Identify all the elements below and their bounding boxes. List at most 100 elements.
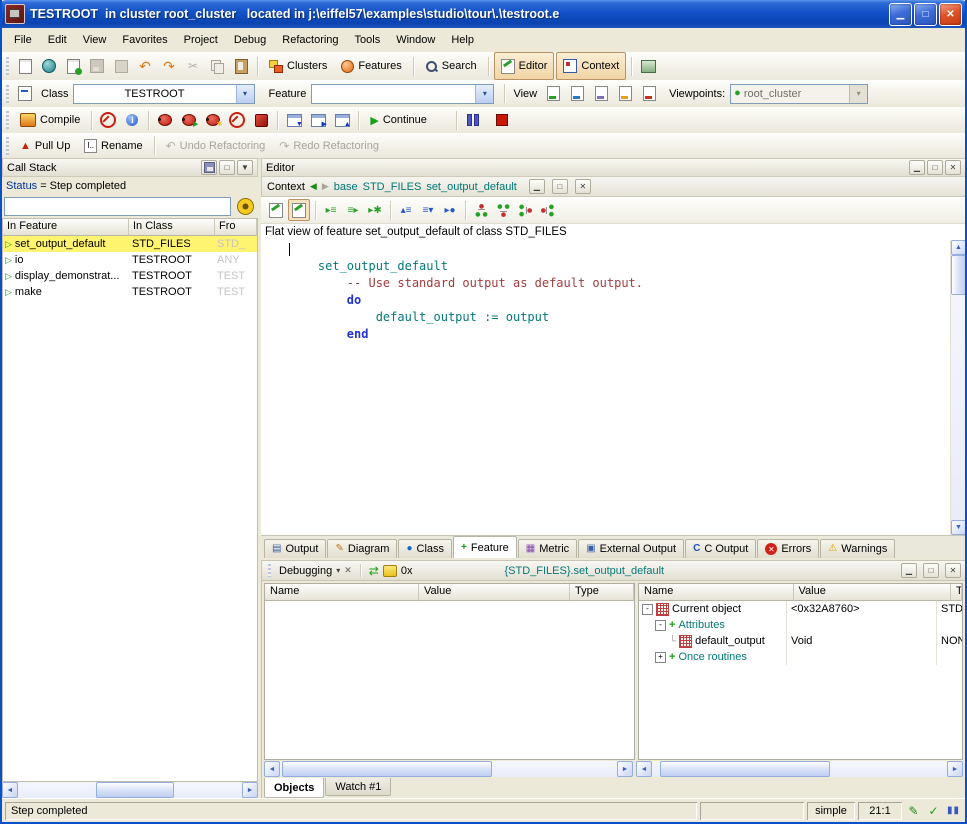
- edit-feature-button[interactable]: [266, 200, 286, 220]
- class-combobox-dropdown[interactable]: ▾: [236, 85, 254, 103]
- object-tree-row[interactable]: - Current object <0x32A8760> STD_: [639, 601, 962, 617]
- menu-help[interactable]: Help: [443, 31, 482, 49]
- scroll-left-button[interactable]: ◄: [264, 761, 280, 777]
- toolbar-grip[interactable]: [6, 111, 9, 129]
- viewpoints-dropdown[interactable]: ▾: [849, 85, 867, 103]
- object-tree-row[interactable]: - + Attributes: [639, 617, 962, 633]
- scroll-track[interactable]: [951, 255, 966, 520]
- new-class-button[interactable]: [62, 55, 84, 77]
- external-commands-button[interactable]: [637, 55, 659, 77]
- editor-maximize-button[interactable]: □: [927, 160, 943, 175]
- feature-combobox-input[interactable]: [312, 88, 475, 100]
- scroll-track[interactable]: [280, 761, 617, 777]
- step-out-button[interactable]: ▲: [331, 109, 353, 131]
- call-stack-filter-input[interactable]: [4, 197, 231, 216]
- step-over-button[interactable]: ▶: [307, 109, 329, 131]
- menu-tools[interactable]: Tools: [347, 31, 389, 49]
- stop-points-button[interactable]: [250, 109, 272, 131]
- column-type[interactable]: Type: [570, 584, 634, 601]
- column-name[interactable]: Name: [265, 584, 419, 601]
- column-type[interactable]: Typ: [951, 584, 962, 601]
- callers-button[interactable]: [515, 200, 535, 220]
- context-forward-icon[interactable]: ▶: [322, 181, 329, 192]
- call-stack-window-button[interactable]: □: [219, 160, 235, 175]
- maximize-button[interactable]: □: [914, 3, 937, 26]
- watch-hscrollbar[interactable]: ◄ ►: [264, 761, 633, 777]
- tab-diagram[interactable]: ✎Diagram: [327, 539, 397, 558]
- scroll-left-button[interactable]: ◄: [2, 782, 18, 798]
- column-from[interactable]: Fro: [215, 219, 257, 236]
- tab-output[interactable]: ▤Output: [264, 539, 326, 558]
- toolbar-grip[interactable]: [6, 57, 9, 75]
- object-tree-row[interactable]: + + Once routines: [639, 649, 962, 665]
- contract-view-button[interactable]: ≡▸: [343, 200, 363, 220]
- rename-button[interactable]: I.. Rename: [78, 133, 148, 159]
- debugging-close-button[interactable]: ✕: [945, 563, 961, 578]
- scroll-right-button[interactable]: ►: [617, 761, 633, 777]
- editor-vscrollbar[interactable]: ▲ ▼: [950, 240, 966, 535]
- editor-close-button[interactable]: ✕: [945, 160, 961, 175]
- scroll-thumb[interactable]: [96, 782, 174, 798]
- edit-enabled-icon[interactable]: ✎: [905, 802, 922, 819]
- class-tool-button[interactable]: [14, 83, 36, 105]
- feature-combobox[interactable]: ▾: [311, 84, 494, 104]
- call-stack-row[interactable]: ▷make TESTROOT TEST: [3, 284, 257, 300]
- callees-button[interactable]: [537, 200, 557, 220]
- compile-ok-icon[interactable]: ✓: [925, 802, 942, 819]
- debug-run-new-button[interactable]: ▶: [178, 109, 200, 131]
- column-in-class[interactable]: In Class: [129, 219, 215, 236]
- compile-button[interactable]: Compile: [14, 107, 86, 133]
- context-close-button[interactable]: ✕: [575, 179, 591, 194]
- toolbar-grip[interactable]: [6, 85, 9, 103]
- copy-button[interactable]: [206, 55, 228, 77]
- column-in-feature[interactable]: In Feature: [3, 219, 129, 236]
- tab-warnings[interactable]: ⚠Warnings: [820, 539, 895, 558]
- tab-feature[interactable]: +Feature: [453, 536, 517, 558]
- view-flat-button[interactable]: [590, 83, 612, 105]
- breakpoint-gutter[interactable]: ▶: [261, 240, 283, 535]
- collapse-icon[interactable]: -: [655, 620, 666, 631]
- collapse-icon[interactable]: -: [642, 604, 653, 615]
- scroll-thumb[interactable]: [660, 761, 830, 777]
- breadcrumb-cluster[interactable]: base: [334, 181, 358, 193]
- tab-class[interactable]: ●Class: [398, 539, 452, 558]
- watch-table-body[interactable]: [265, 601, 634, 759]
- class-combobox[interactable]: ▾: [73, 84, 255, 104]
- ancestors-button[interactable]: [471, 200, 491, 220]
- objects-hscrollbar[interactable]: ◄ ►: [636, 761, 963, 777]
- descendants-button[interactable]: [493, 200, 513, 220]
- call-stack-row[interactable]: ▷io TESTROOT ANY: [3, 252, 257, 268]
- view-contract-button[interactable]: [614, 83, 636, 105]
- scroll-left-button[interactable]: ◄: [636, 761, 652, 777]
- feature-combobox-dropdown[interactable]: ▾: [475, 85, 493, 103]
- scroll-track[interactable]: [652, 761, 947, 777]
- continue-button[interactable]: ▶ Continue: [364, 107, 433, 133]
- exception-icon[interactable]: [383, 565, 397, 577]
- address-drop-button[interactable]: [235, 196, 255, 216]
- open-project-button[interactable]: [38, 55, 60, 77]
- view-text-button[interactable]: [542, 83, 564, 105]
- paste-button[interactable]: [230, 55, 252, 77]
- menu-edit[interactable]: Edit: [40, 31, 75, 49]
- context-maximize-button[interactable]: □: [552, 179, 568, 194]
- context-toggle-button[interactable]: Context: [556, 52, 626, 80]
- pull-up-button[interactable]: ▲ Pull Up: [14, 133, 76, 159]
- step-into-button[interactable]: ▼: [283, 109, 305, 131]
- debugging-maximize-button[interactable]: □: [923, 563, 939, 578]
- menu-refactoring[interactable]: Refactoring: [274, 31, 346, 49]
- toolbar-grip[interactable]: [6, 137, 9, 155]
- edit-in-new-tab-button[interactable]: [288, 199, 310, 221]
- scroll-thumb[interactable]: [282, 761, 492, 777]
- debug-run-button[interactable]: [154, 109, 176, 131]
- column-value[interactable]: Value: [794, 584, 951, 601]
- minimize-button[interactable]: ▁: [889, 3, 912, 26]
- call-stack-save-button[interactable]: [201, 160, 217, 175]
- menu-file[interactable]: File: [6, 31, 40, 49]
- context-minimize-button[interactable]: ▁: [529, 179, 545, 194]
- editor-undock-button[interactable]: ▁: [909, 160, 925, 175]
- search-button[interactable]: Search: [419, 53, 483, 79]
- refresh-objects-icon[interactable]: ⇄: [369, 564, 379, 578]
- editor-toggle-button[interactable]: Editor: [494, 52, 555, 80]
- column-value[interactable]: Value: [419, 584, 570, 601]
- scroll-track[interactable]: [18, 782, 242, 798]
